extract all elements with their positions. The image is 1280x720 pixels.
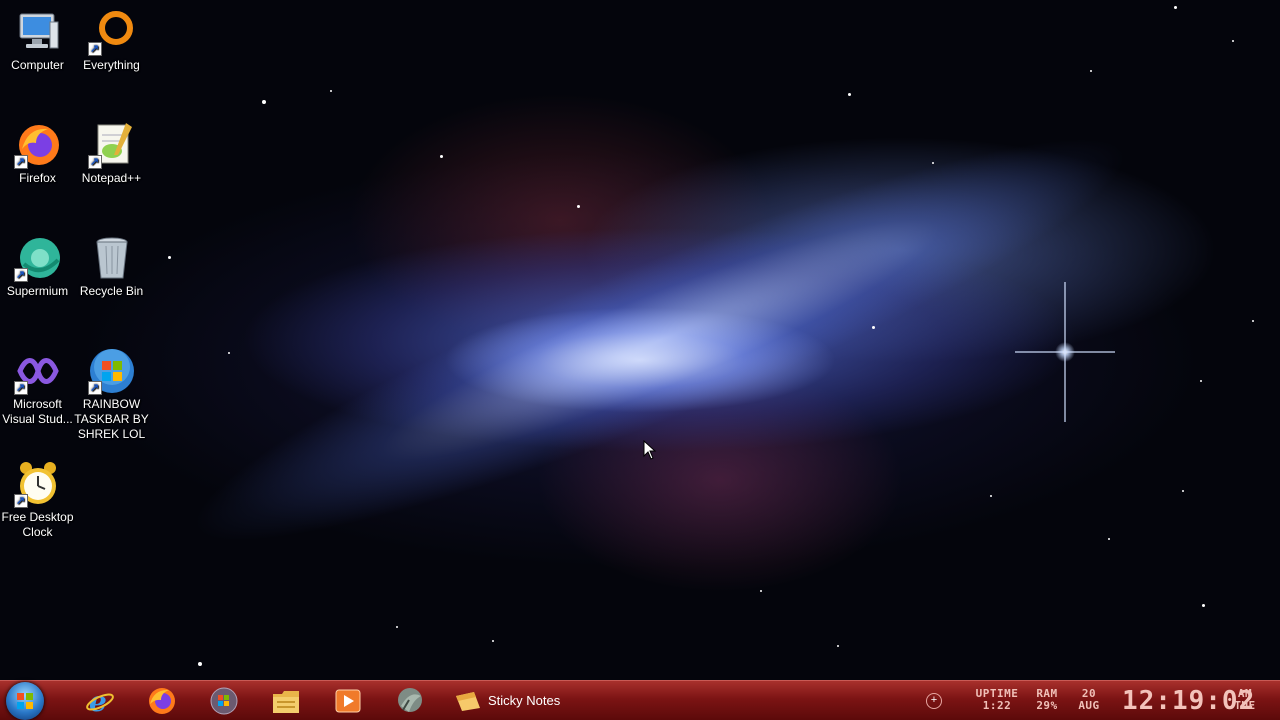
desktop-icon-supermium[interactable]: ↗ Supermium [0, 234, 75, 299]
date-widget[interactable]: 20 AUG [1072, 688, 1106, 712]
shortcut-arrow-icon: ↗ [87, 42, 102, 56]
taskbar-media-player-button[interactable] [326, 684, 370, 718]
desktop-icon-label: Microsoft Visual Stud... [2, 397, 73, 426]
clock-weekday: TUE [1234, 699, 1256, 712]
notepadpp-icon: ↗ [87, 121, 136, 169]
star [837, 645, 839, 647]
windows-orb-icon: ↗ [87, 347, 136, 395]
desktop-icon-label: Recycle Bin [79, 284, 144, 298]
recycle-bin-icon [88, 234, 136, 282]
date-month: AUG [1078, 699, 1100, 712]
desktop-icon-label: Computer [11, 58, 64, 72]
star [168, 256, 171, 259]
star [848, 93, 851, 96]
start-button[interactable] [6, 682, 44, 720]
firefox-icon [149, 688, 175, 714]
star [1202, 604, 1205, 607]
star [1108, 538, 1110, 540]
supermium-icon: ↗ [13, 234, 62, 282]
windows-logo-icon [17, 693, 33, 709]
desktop-icon-everything[interactable]: ↗ Everything [74, 8, 149, 73]
star [1090, 70, 1092, 72]
star [262, 100, 266, 104]
desktop-icon-recycle-bin[interactable]: Recycle Bin [74, 234, 149, 299]
internet-explorer-icon: e [86, 686, 114, 716]
ram-value: 29% [1036, 699, 1058, 712]
star [577, 205, 580, 208]
shortcut-arrow-icon: ↗ [13, 155, 28, 169]
star [932, 162, 934, 164]
taskbar: e Sticky Notes + UPTIME 1:22 RAM 29% 20 … [0, 680, 1280, 720]
file-explorer-icon [273, 691, 299, 713]
desktop-icon-label: Supermium [6, 284, 69, 298]
desktop-icon-rainbow-taskbar[interactable]: ↗ RAINBOW TASKBAR BY SHREK LOL [74, 347, 149, 442]
desktop-icon-free-desktop-clock[interactable]: ↗ Free Desktop Clock [0, 460, 75, 540]
star [1252, 320, 1254, 322]
shortcut-arrow-icon: ↗ [13, 381, 28, 395]
taskbar-sticky-notes-button[interactable]: Sticky Notes [448, 684, 608, 718]
star [440, 155, 443, 158]
media-player-icon [335, 689, 361, 713]
shortcut-arrow-icon: ↗ [13, 494, 28, 508]
taskbar-firefox-button[interactable] [140, 684, 184, 718]
desktop-icon-label: Firefox [19, 171, 56, 185]
star [1182, 490, 1184, 492]
star [1200, 380, 1202, 382]
taskbar-internet-explorer-button[interactable]: e [78, 684, 122, 718]
galaxy-glow [155, 50, 1165, 630]
ampm-widget: AM TUE [1230, 688, 1260, 712]
alarm-clock-icon: ↗ [13, 460, 62, 508]
visual-studio-icon: ↗ [13, 347, 62, 395]
desktop-icon-label: Everything [83, 58, 140, 72]
desktop-icon-firefox[interactable]: ↗ Firefox [0, 121, 75, 186]
star [228, 352, 230, 354]
taskbar-windows-media-button[interactable] [202, 684, 246, 718]
shortcut-arrow-icon: ↗ [87, 381, 102, 395]
star [990, 495, 992, 497]
star [872, 326, 875, 329]
everything-icon: ↗ [87, 8, 136, 56]
sticky-notes-icon [456, 692, 480, 711]
snipping-tool-icon [398, 688, 422, 712]
star [1232, 40, 1234, 42]
desktop-icon-computer[interactable]: Computer [0, 8, 75, 73]
shortcut-arrow-icon: ↗ [87, 155, 102, 169]
bright-star [1015, 282, 1115, 422]
desktop-icon-label: Notepad++ [81, 171, 142, 185]
ram-widget: RAM 29% [1030, 688, 1064, 712]
star [1174, 6, 1177, 9]
uptime-widget: UPTIME 1:22 [970, 688, 1024, 712]
windows-media-icon [210, 687, 238, 715]
desktop-icon-label: RAINBOW TASKBAR BY SHREK LOL [74, 397, 149, 441]
firefox-icon: ↗ [13, 121, 62, 169]
taskbar-file-explorer-button[interactable] [264, 684, 308, 718]
star [330, 90, 332, 92]
desktop-icon-visual-studio[interactable]: ↗ Microsoft Visual Stud... [0, 347, 75, 427]
shortcut-arrow-icon: ↗ [13, 268, 28, 282]
sticky-notes-label: Sticky Notes [488, 693, 561, 708]
desktop-icon-label: Free Desktop Clock [1, 510, 74, 539]
uptime-value: 1:22 [982, 699, 1012, 712]
mouse-cursor-icon [643, 440, 657, 460]
desktop-icon-notepadpp[interactable]: ↗ Notepad++ [74, 121, 149, 186]
star [396, 626, 398, 628]
computer-icon [14, 8, 62, 56]
taskbar-snipping-tool-button[interactable] [388, 684, 432, 718]
star [198, 662, 202, 666]
tray-add-icon[interactable]: + [926, 693, 942, 709]
star [492, 640, 494, 642]
desktop-wallpaper[interactable]: Computer ↗ Everything ↗ Firefox ↗ Notepa… [0, 0, 1280, 680]
star [760, 590, 762, 592]
